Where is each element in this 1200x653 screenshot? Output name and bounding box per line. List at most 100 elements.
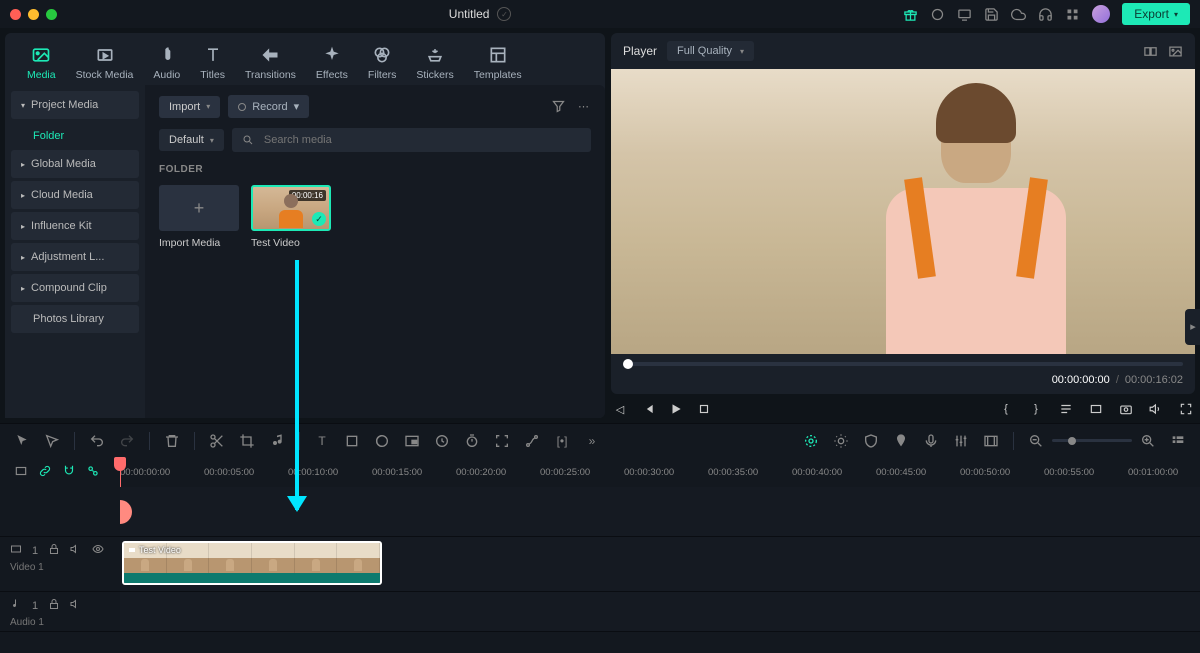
tab-effects[interactable]: Effects [306,41,358,85]
undo-icon[interactable] [89,433,105,449]
sidebar-item-influence-kit[interactable]: Influence Kit [11,212,139,240]
volume-icon[interactable] [1147,400,1165,418]
voiceover-icon[interactable] [923,433,939,449]
marker-list-icon[interactable] [1057,400,1075,418]
video-track-icon[interactable] [10,543,22,558]
select-icon[interactable] [44,433,60,449]
color-icon[interactable] [374,433,390,449]
mute-icon[interactable] [70,543,82,558]
maximize-window[interactable] [46,9,57,20]
bracket-open-icon[interactable]: { [997,400,1015,418]
timeline-clip[interactable]: Test Video [122,541,382,585]
headphones-icon[interactable] [1038,7,1053,22]
play-icon[interactable] [667,400,685,418]
media-clip-tile[interactable]: 00:00:16 ✓ Test Video [251,185,331,249]
cloud-icon[interactable] [1011,7,1026,22]
compare-view-icon[interactable] [1143,44,1158,59]
export-button[interactable]: Export▾ [1122,3,1190,25]
redo-icon[interactable] [119,433,135,449]
search-box[interactable] [232,128,591,152]
expand-properties-icon[interactable]: ▸ [1185,309,1200,345]
track-options-icon[interactable] [1170,433,1186,449]
video-track-body[interactable]: Test Video [120,537,1200,591]
record-button[interactable]: Record▾ [228,95,309,118]
sort-dropdown[interactable]: Default▾ [159,129,224,151]
zoom-slider[interactable] [1052,439,1132,442]
minimize-window[interactable] [28,9,39,20]
cursor-icon[interactable] [14,433,30,449]
user-avatar[interactable] [1092,5,1110,23]
scrubber-handle[interactable] [623,359,633,369]
close-window[interactable] [10,9,21,20]
sync-status-icon[interactable]: ✓ [497,7,511,21]
magnet-icon[interactable] [62,464,76,481]
frame-icon[interactable] [344,433,360,449]
tab-stickers[interactable]: Stickers [406,41,463,85]
gift-icon[interactable] [903,7,918,22]
pip-icon[interactable] [404,433,420,449]
sidebar-sub-folder[interactable]: Folder [11,122,139,150]
tab-media[interactable]: Media [17,41,66,85]
marker-icon[interactable] [893,433,909,449]
tab-templates[interactable]: Templates [464,41,532,85]
text-icon[interactable]: T [314,433,330,449]
playhead[interactable] [120,457,121,487]
sidebar-item-adjustment-layer[interactable]: Adjustment L... [11,243,139,271]
shield-icon[interactable] [863,433,879,449]
clip-icon[interactable] [14,464,28,481]
split-icon[interactable] [209,433,225,449]
tab-titles[interactable]: Titles [190,41,235,85]
timeline-ruler[interactable]: 00:00:00:0000:00:05:0000:00:10:0000:00:1… [0,457,1200,487]
speed-icon[interactable] [434,433,450,449]
search-input[interactable] [264,134,581,146]
fullscreen-icon[interactable] [1177,400,1195,418]
music-note-icon[interactable] [269,433,285,449]
scrubber[interactable] [623,362,1183,366]
tab-filters[interactable]: Filters [358,41,407,85]
link-icon[interactable] [38,464,52,481]
import-dropdown[interactable]: Import▾ [159,96,220,118]
keyframe-path-icon[interactable] [524,433,540,449]
zoom-in-icon[interactable] [1140,433,1156,449]
tab-audio[interactable]: Audio [143,41,190,85]
circle-icon[interactable] [930,7,945,22]
crop-icon[interactable] [239,433,255,449]
tab-transitions[interactable]: Transitions [235,41,306,85]
lock-icon[interactable] [48,598,60,613]
sidebar-item-project-media[interactable]: Project Media [11,91,139,119]
tracking-icon[interactable] [494,433,510,449]
more-icon[interactable]: ⋯ [576,99,591,114]
monitor-icon[interactable] [957,7,972,22]
grid-icon[interactable] [1065,7,1080,22]
sidebar-item-compound-clip[interactable]: Compound Clip [11,274,139,302]
sidebar-item-global-media[interactable]: Global Media [11,150,139,178]
save-icon[interactable] [984,7,999,22]
visibility-icon[interactable] [92,543,104,558]
sidebar-item-cloud-media[interactable]: Cloud Media [11,181,139,209]
picture-icon[interactable] [1168,44,1183,59]
prev-frame-icon[interactable]: ◁ [611,400,629,418]
delete-icon[interactable] [164,433,180,449]
import-media-tile[interactable]: + Import Media [159,185,239,249]
ai-tool-icon[interactable] [803,433,819,449]
audio-track-icon[interactable] [10,598,22,613]
render-icon[interactable] [983,433,999,449]
quality-dropdown[interactable]: Full Quality▾ [667,41,754,61]
brightness-icon[interactable] [833,433,849,449]
safe-zone-icon[interactable] [1087,400,1105,418]
lock-icon[interactable] [48,543,60,558]
filter-icon[interactable] [551,99,566,114]
more-tools-icon[interactable]: » [584,433,600,449]
snapshot-icon[interactable] [1117,400,1135,418]
video-preview[interactable] [611,69,1195,354]
bracket-close-icon[interactable]: } [1027,400,1045,418]
sidebar-item-photos-library[interactable]: Photos Library [11,305,139,333]
mixer-icon[interactable] [953,433,969,449]
stop-icon[interactable] [695,400,713,418]
zoom-out-icon[interactable] [1028,433,1044,449]
auto-ripple-icon[interactable] [86,464,100,481]
tab-stock-media[interactable]: Stock Media [66,41,144,85]
mute-icon[interactable] [70,598,82,613]
play-back-icon[interactable] [639,400,657,418]
timer-icon[interactable] [464,433,480,449]
